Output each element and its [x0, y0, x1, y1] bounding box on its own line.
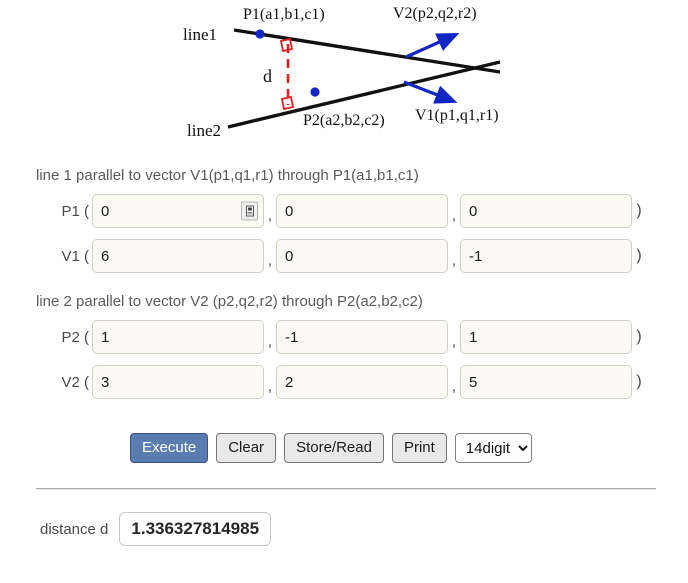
input-p2-c[interactable] [460, 320, 632, 354]
point-p1-marker [255, 29, 265, 39]
comma-separator: , [451, 251, 457, 269]
geometry-diagram: line1 line2 P1(a1,b1,c1) P2(a2,b2,c2) V2… [0, 0, 688, 148]
result-value-box: 1.336327814985 [119, 512, 272, 546]
diagram-label-line1: line1 [183, 25, 217, 44]
result-row: distance d 1.336327814985 [0, 512, 688, 546]
field-row-v2: V2 ( , , ) [0, 363, 688, 401]
paren-close-v2: ) [636, 373, 642, 390]
point-p2-marker [310, 87, 320, 97]
right-angle-mark-top [279, 37, 294, 53]
comma-separator: , [451, 206, 457, 224]
diagram-label-line2: line2 [187, 121, 221, 140]
diagram-label-p1: P1(a1,b1,c1) [243, 6, 325, 23]
input-v2-b[interactable] [276, 365, 448, 399]
print-button[interactable]: Print [391, 433, 447, 463]
calculator-form: line 1 parallel to vector V1(p1,q1,r1) t… [0, 166, 688, 546]
diagram-label-v1: V1(p1,q1,r1) [415, 107, 499, 124]
diagram-svg: line1 line2 P1(a1,b1,c1) P2(a2,b2,c2) V2… [183, 5, 501, 140]
input-v2-a[interactable] [92, 365, 264, 399]
digit-precision-select[interactable]: 14digit [454, 433, 532, 463]
label-v2: V2 ( [61, 373, 89, 391]
section-1-description: line 1 parallel to vector V1(p1,q1,r1) t… [36, 167, 419, 184]
label-p2: P2 ( [61, 328, 89, 346]
input-p1-b[interactable] [276, 194, 448, 228]
result-label: distance d [40, 520, 109, 538]
vector-v1-arrow [403, 80, 458, 104]
diagram-label-p2: P2(a2,b2,c2) [303, 112, 385, 129]
comma-separator: , [267, 206, 273, 224]
input-v1-c[interactable] [460, 239, 632, 273]
autofill-card-icon [245, 205, 254, 217]
comma-separator: , [267, 332, 273, 350]
store-read-button[interactable]: Store/Read [284, 433, 384, 463]
section-2-description: line 2 parallel to vector V2 (p2,q2,r2) … [36, 293, 423, 310]
input-v1-b[interactable] [276, 239, 448, 273]
diagram-label-v2: V2(p2,q2,r2) [393, 5, 477, 22]
input-p2-a[interactable] [92, 320, 264, 354]
comma-separator: , [267, 251, 273, 269]
paren-close-p2: ) [636, 328, 642, 345]
vector-v2-arrow [405, 33, 460, 59]
section-divider [36, 488, 656, 490]
action-button-bar: Execute Clear Store/Read Print 14digit [0, 433, 688, 463]
input-p2-b[interactable] [276, 320, 448, 354]
right-angle-mark-bottom [280, 95, 295, 111]
line1-stroke [233, 28, 501, 74]
clear-button[interactable]: Clear [216, 433, 277, 463]
field-row-p1: P1 ( , , ) [0, 192, 688, 230]
execute-button[interactable]: Execute [130, 433, 209, 463]
field-row-p2: P2 ( , , ) [0, 318, 688, 356]
input-v1-a[interactable] [92, 239, 264, 273]
comma-separator: , [451, 377, 457, 395]
label-v1: V1 ( [61, 247, 89, 265]
input-p1-a[interactable] [92, 194, 264, 228]
paren-close-p1: ) [636, 202, 642, 219]
input-v2-c[interactable] [460, 365, 632, 399]
diagram-label-distance: d [263, 66, 272, 86]
input-wrap-p1-a [92, 194, 264, 228]
comma-separator: , [267, 377, 273, 395]
autofill-icon[interactable] [241, 201, 258, 221]
paren-close-v1: ) [636, 247, 642, 264]
comma-separator: , [451, 332, 457, 350]
input-p1-c[interactable] [460, 194, 632, 228]
label-p1: P1 ( [61, 202, 89, 220]
field-row-v1: V1 ( , , ) [0, 237, 688, 275]
